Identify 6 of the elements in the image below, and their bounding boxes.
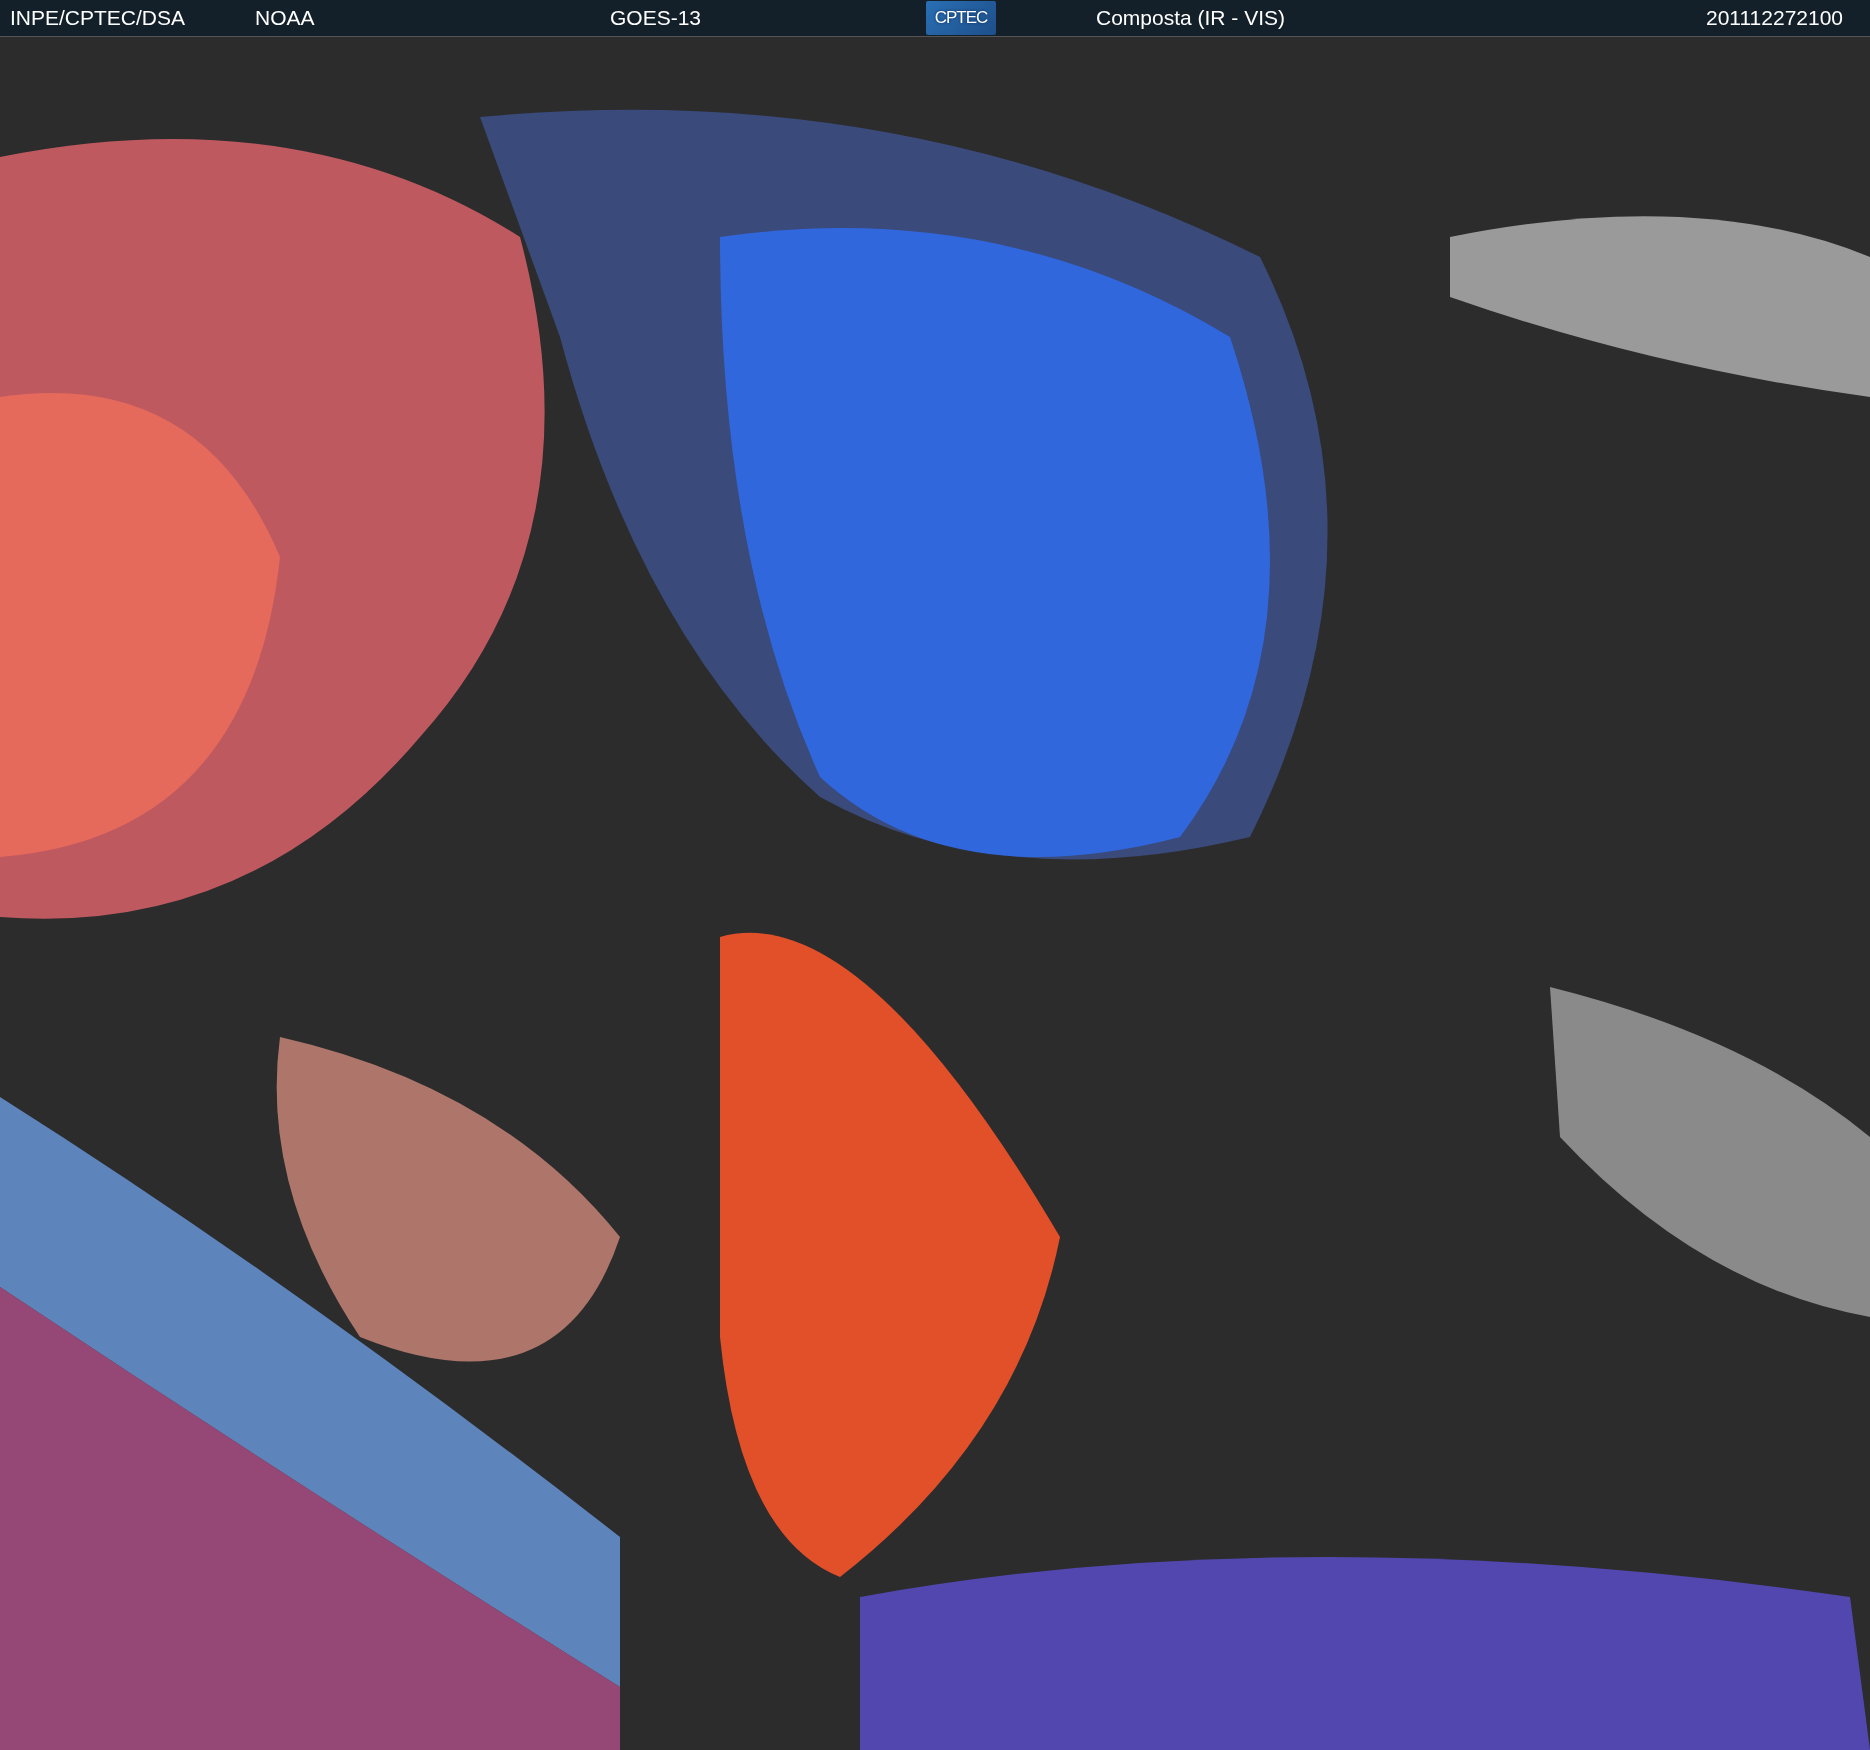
timestamp-label: 201112272100 [1706,6,1845,30]
logo: CPTEC [926,1,996,35]
agency-label: NOAA [255,6,316,30]
satellite-label: GOES-13 [610,6,703,30]
product-label: Composta (IR - VIS) [1096,6,1287,30]
source-label: INPE/CPTEC/DSA [9,6,187,30]
